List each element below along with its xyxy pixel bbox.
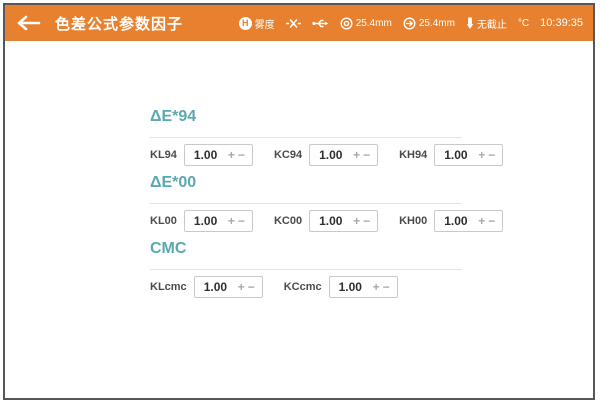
field-label-kc94: KC94 <box>274 149 302 161</box>
field-row: KLcmc 1.00 + − KCcmc 1.00 + − <box>150 275 462 299</box>
section-divider <box>150 203 462 204</box>
field-label-kl00: KL00 <box>150 215 177 227</box>
section-de94: ΔE*94 KL94 1.00 + − KC94 1.00 + − KH94 1… <box>150 108 462 167</box>
decrement-button[interactable]: − <box>363 149 370 161</box>
kc00-input[interactable]: 1.00 + − <box>309 210 378 232</box>
field-value: 1.00 <box>204 280 229 294</box>
page-title: 色差公式参数因子 <box>55 13 183 34</box>
increment-button[interactable]: + <box>353 215 360 227</box>
decrement-button[interactable]: − <box>488 215 495 227</box>
usb-icon <box>312 18 329 29</box>
klcmc-input[interactable]: 1.00 + − <box>194 276 263 298</box>
haze-mode-indicator: H 雾度 <box>239 16 275 31</box>
arrow-left-icon <box>17 15 41 31</box>
spot-value: 25.4mm <box>419 18 455 29</box>
section-title: ΔE*00 <box>150 174 462 192</box>
field-label-kh00: KH00 <box>399 215 427 227</box>
kh00-input[interactable]: 1.00 + − <box>434 210 503 232</box>
field-value: 1.00 <box>194 148 219 162</box>
aperture-indicator: 25.4mm <box>340 17 392 30</box>
field-label-kc00: KC00 <box>274 215 302 227</box>
section-title: CMC <box>150 240 462 258</box>
field-value: 1.00 <box>444 214 469 228</box>
increment-button[interactable]: + <box>228 215 235 227</box>
uv-lamp-icon <box>466 17 474 30</box>
clock-time: 10:39:35 <box>540 17 583 29</box>
field-value: 1.00 <box>194 214 219 228</box>
increment-button[interactable]: + <box>478 149 485 161</box>
header-bar: 色差公式参数因子 H 雾度 2 <box>5 5 593 41</box>
section-cmc: CMC KLcmc 1.00 + − KCcmc 1.00 + − <box>150 240 462 299</box>
decrement-button[interactable]: − <box>488 149 495 161</box>
uv-indicator: 无截止 <box>466 16 507 31</box>
field-label-kccmc: KCcmc <box>284 281 322 293</box>
field-label-kl94: KL94 <box>150 149 177 161</box>
back-button[interactable] <box>17 15 41 31</box>
decrement-button[interactable]: − <box>238 215 245 227</box>
uv-label: 无截止 <box>477 16 507 31</box>
temperature-unit: °C <box>518 18 529 29</box>
status-bar: H 雾度 25.4mm <box>239 16 583 31</box>
field-value: 1.00 <box>319 214 344 228</box>
parameter-panel: ΔE*94 KL94 1.00 + − KC94 1.00 + − KH94 1… <box>5 41 593 299</box>
section-title: ΔE*94 <box>150 108 462 126</box>
kl94-input[interactable]: 1.00 + − <box>184 144 253 166</box>
kl00-input[interactable]: 1.00 + − <box>184 210 253 232</box>
decrement-button[interactable]: − <box>248 281 255 293</box>
device-screen: 色差公式参数因子 H 雾度 2 <box>3 3 595 400</box>
field-label-klcmc: KLcmc <box>150 281 187 293</box>
bluetooth-off-icon <box>286 18 301 29</box>
kh94-input[interactable]: 1.00 + − <box>434 144 503 166</box>
section-divider <box>150 137 462 138</box>
section-divider <box>150 269 462 270</box>
field-label-kh94: KH94 <box>399 149 427 161</box>
haze-label: 雾度 <box>255 16 275 31</box>
decrement-button[interactable]: − <box>383 281 390 293</box>
field-row: KL94 1.00 + − KC94 1.00 + − KH94 1.00 + … <box>150 143 462 167</box>
field-value: 1.00 <box>319 148 344 162</box>
aperture-icon <box>340 17 353 30</box>
decrement-button[interactable]: − <box>363 215 370 227</box>
increment-button[interactable]: + <box>373 281 380 293</box>
kc94-input[interactable]: 1.00 + − <box>309 144 378 166</box>
field-value: 1.00 <box>444 148 469 162</box>
decrement-button[interactable]: − <box>238 149 245 161</box>
kccmc-input[interactable]: 1.00 + − <box>329 276 398 298</box>
increment-button[interactable]: + <box>228 149 235 161</box>
field-row: KL00 1.00 + − KC00 1.00 + − KH00 1.00 + … <box>150 209 462 233</box>
aperture-value: 25.4mm <box>356 18 392 29</box>
spot-indicator: 25.4mm <box>403 17 455 30</box>
circle-arrow-icon <box>403 17 416 30</box>
haze-badge-icon: H <box>239 17 252 30</box>
increment-button[interactable]: + <box>353 149 360 161</box>
increment-button[interactable]: + <box>238 281 245 293</box>
section-de00: ΔE*00 KL00 1.00 + − KC00 1.00 + − KH00 1… <box>150 174 462 233</box>
field-value: 1.00 <box>339 280 364 294</box>
increment-button[interactable]: + <box>478 215 485 227</box>
